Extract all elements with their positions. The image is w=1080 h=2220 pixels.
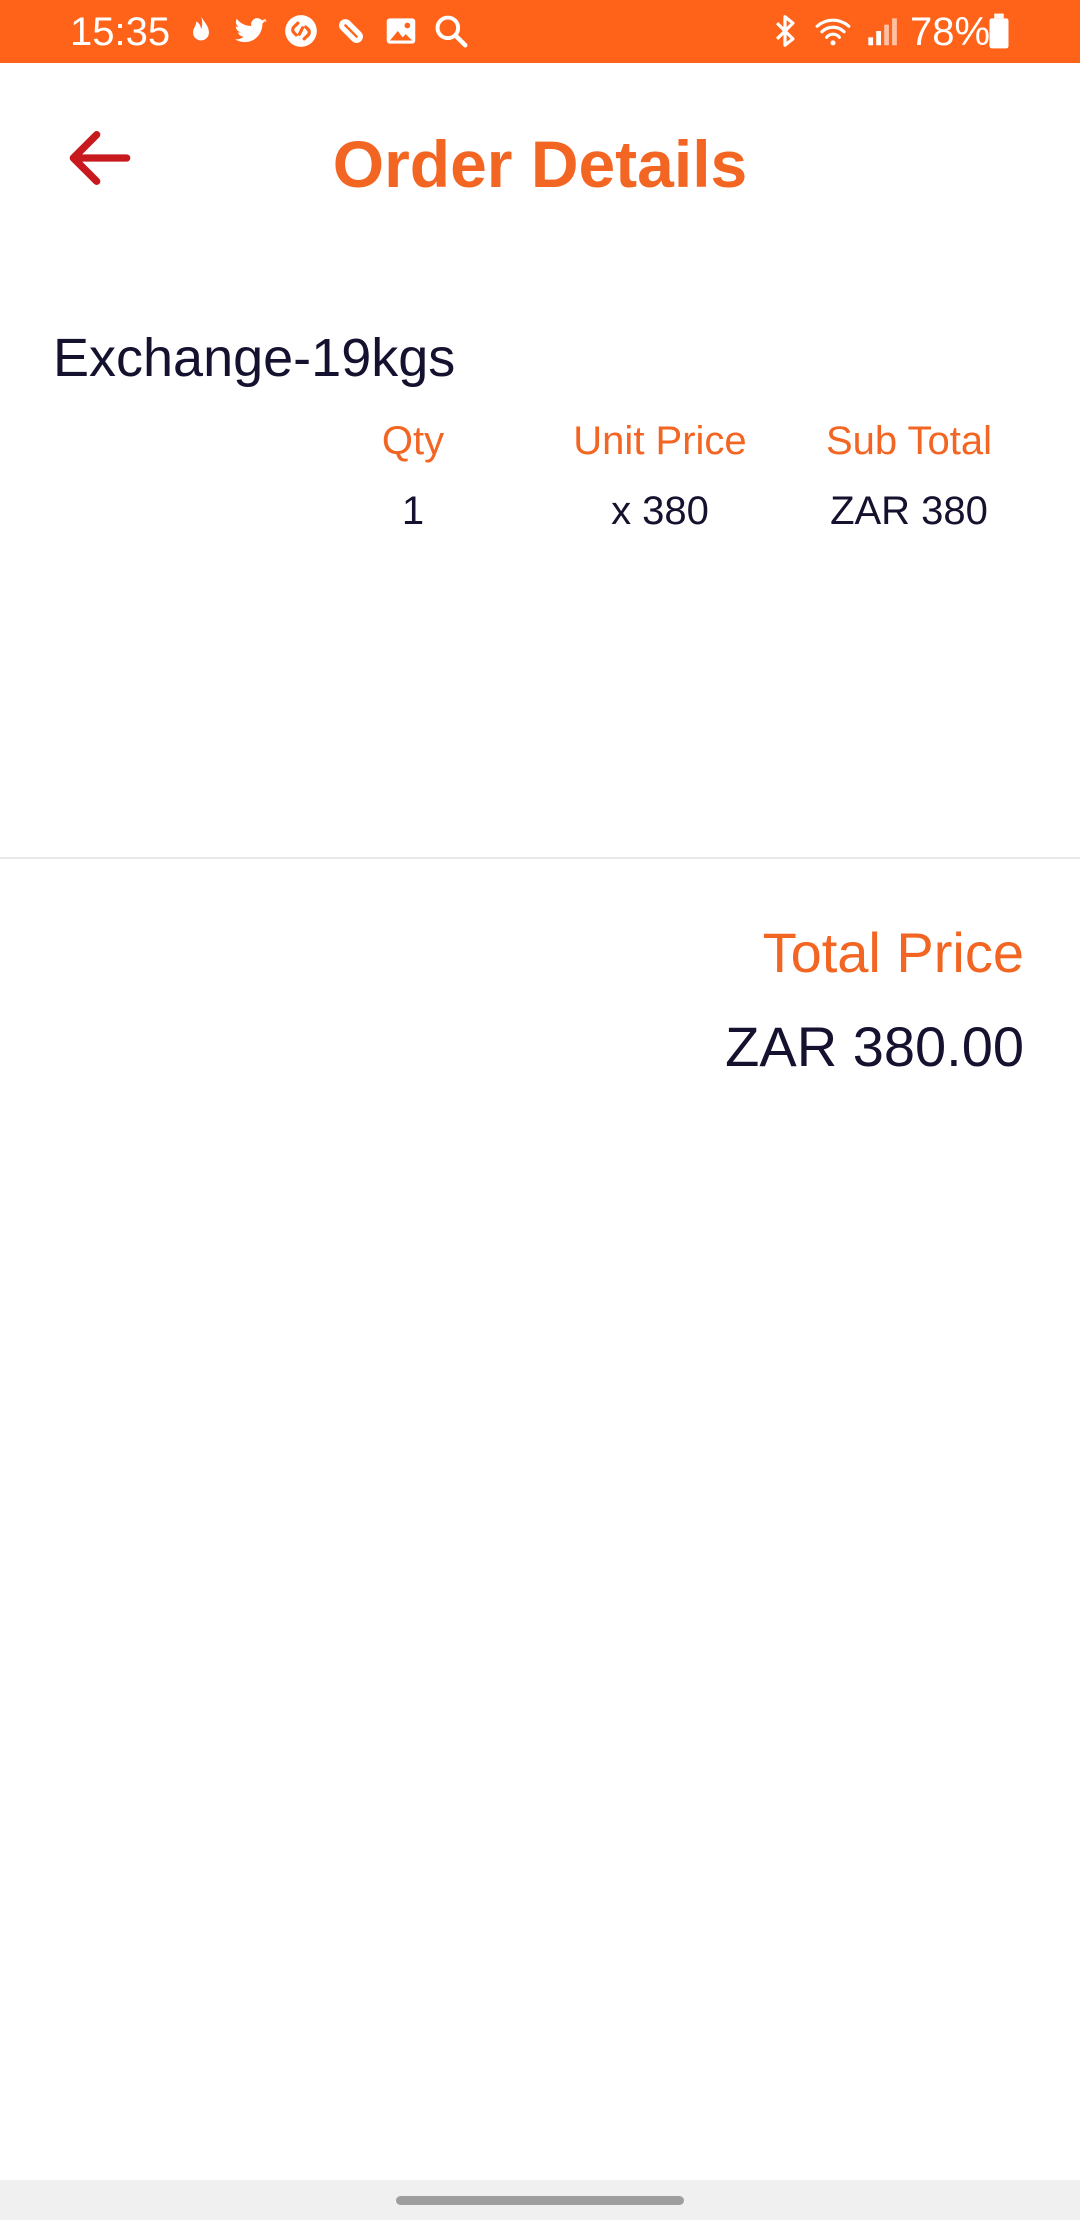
unit-price-value: x 380: [611, 489, 709, 533]
bluetooth-icon: [775, 15, 795, 47]
battery-icon: [989, 13, 1009, 49]
order-details-screen: 15:35 78% Order Details Exchange-19kgs Q…: [0, 0, 1080, 2220]
divider: [0, 857, 1080, 859]
flame-icon: [193, 15, 209, 41]
unit-price-header: Unit Price: [573, 419, 747, 463]
qty-header: Qty: [381, 419, 445, 463]
navigation-bar: [0, 2180, 1080, 2220]
total-price-value: ZAR 380.00: [725, 1015, 1024, 1078]
signal-icon: [868, 18, 897, 46]
gallery-icon: [386, 18, 416, 44]
wifi-icon: [815, 18, 851, 46]
twitter-icon: [235, 18, 267, 43]
status-time: 15:35: [70, 10, 171, 54]
status-bar: 15:35 78%: [0, 0, 1080, 63]
item-name: Exchange-19kgs: [53, 328, 456, 388]
page-title: Order Details: [332, 127, 748, 201]
qty-value: 1: [401, 489, 425, 533]
shazam-icon: [285, 15, 317, 47]
pill-icon: [339, 19, 363, 43]
home-indicator[interactable]: [396, 2196, 684, 2205]
sub-total-value: ZAR 380: [830, 489, 988, 533]
search-icon: [435, 15, 468, 48]
sub-total-header: Sub Total: [825, 419, 993, 463]
total-price-label: Total Price: [762, 921, 1024, 984]
battery-percentage: 78%: [910, 10, 991, 54]
